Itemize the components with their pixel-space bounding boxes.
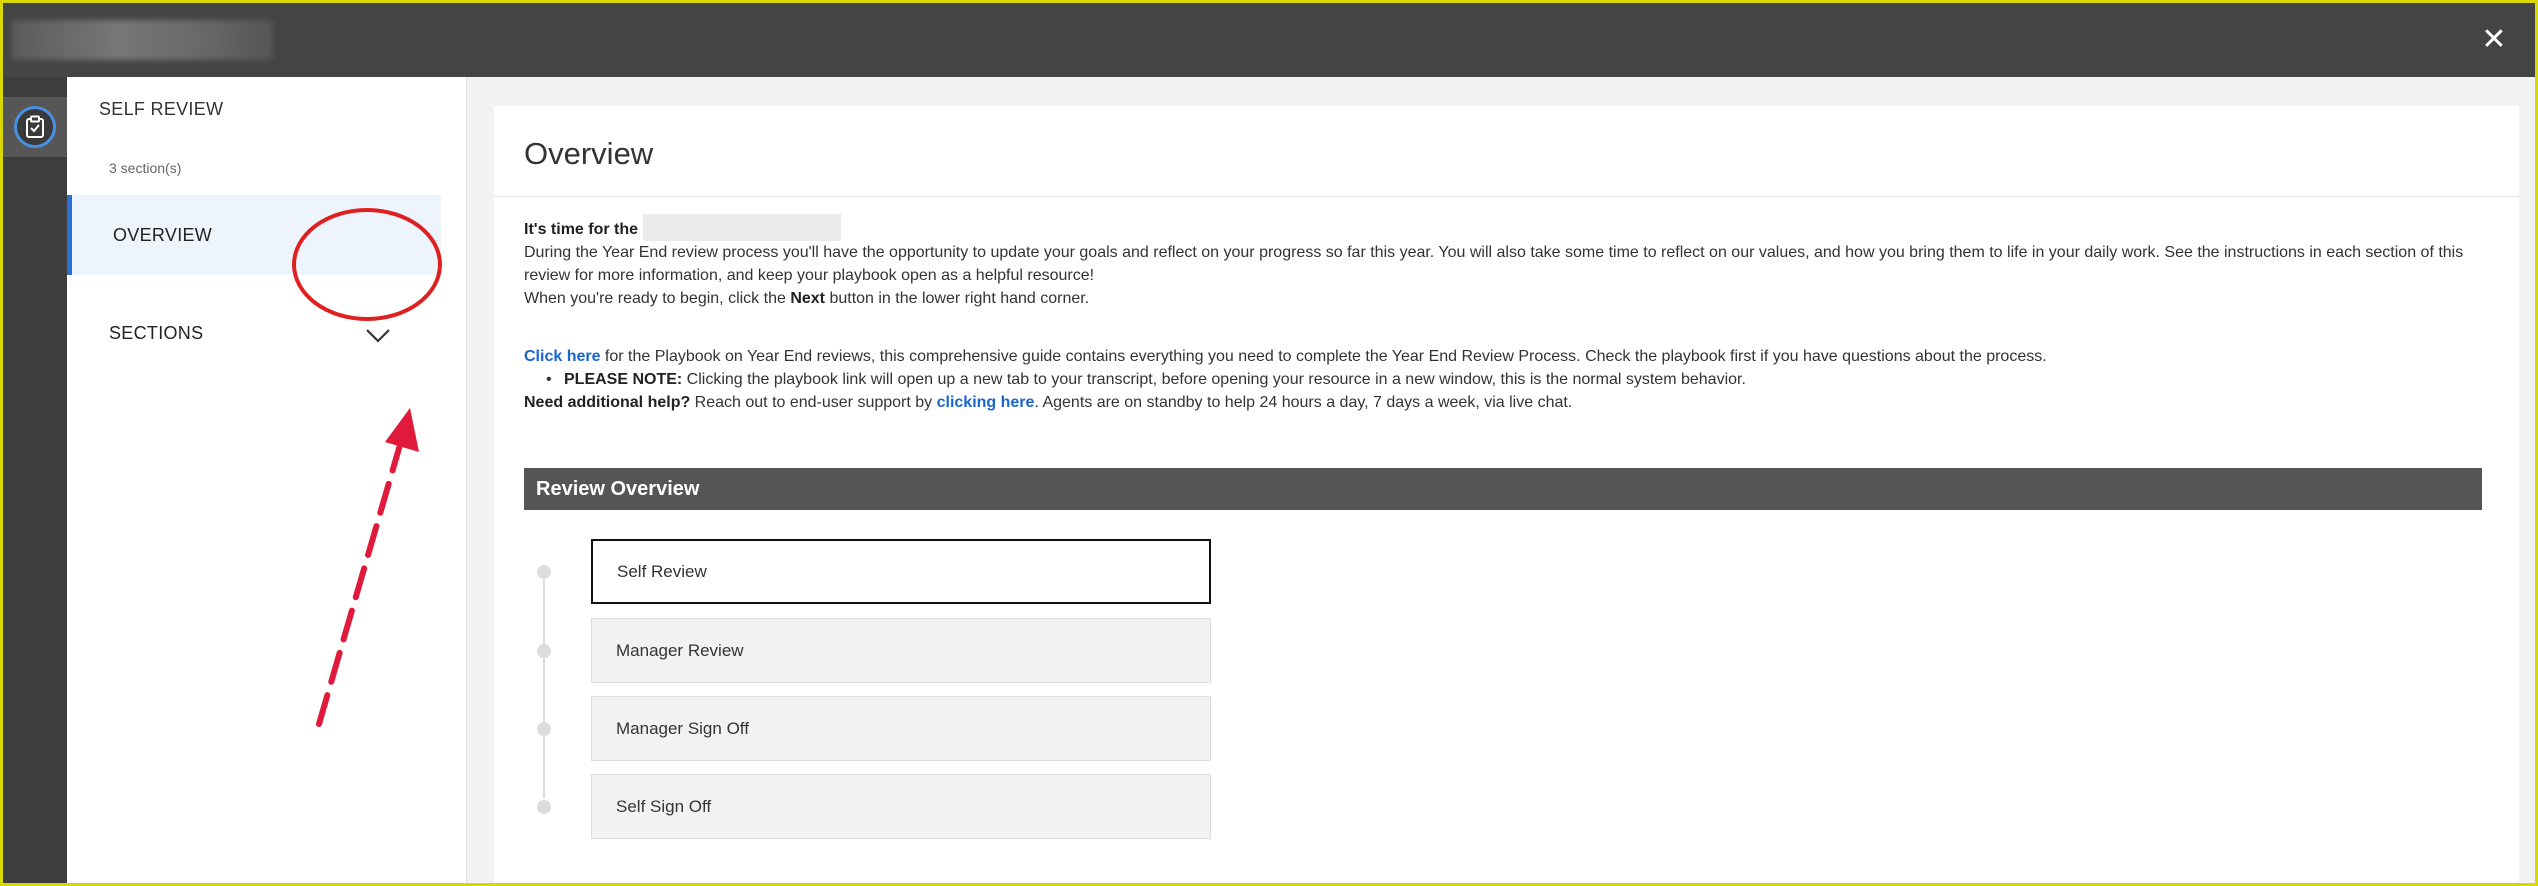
step-dot: [537, 722, 551, 736]
support-link[interactable]: clicking here: [937, 394, 1035, 411]
playbook-text: for the Playbook on Year End reviews, th…: [600, 348, 2047, 365]
main-panel: Overview It's time for the During the Ye…: [494, 106, 2519, 883]
help-suffix: . Agents are on standby to help 24 hours…: [1034, 394, 1573, 411]
sidebar: SELF REVIEW 3 section(s) OVERVIEW SECTIO…: [67, 77, 467, 883]
review-steps: Self Review Manager Review Manager Sign …: [534, 533, 1234, 873]
chevron-down-icon[interactable]: [363, 326, 393, 346]
sidebar-item-label: SECTIONS: [109, 322, 204, 343]
rail-item-self-review[interactable]: [3, 97, 67, 157]
step-manager-review[interactable]: Manager Review: [591, 618, 1211, 683]
playbook-line: Click here for the Playbook on Year End …: [524, 345, 2484, 368]
top-bar: ✕: [3, 3, 2535, 77]
ready-suffix: button in the lower right hand corner.: [825, 290, 1090, 307]
sidebar-item-overview[interactable]: OVERVIEW: [67, 195, 441, 275]
step-self-sign-off[interactable]: Self Sign Off: [591, 774, 1211, 839]
step-manager-sign-off[interactable]: Manager Sign Off: [591, 696, 1211, 761]
note-bullet: PLEASE NOTE: Clicking the playbook link …: [524, 368, 2484, 391]
review-overview-header: Review Overview: [524, 468, 2482, 510]
ready-prefix: When you're ready to begin, click the: [524, 290, 791, 307]
divider: [494, 196, 2519, 197]
click-here-link[interactable]: Click here: [524, 348, 600, 365]
sidebar-title: SELF REVIEW: [99, 99, 224, 119]
intro-line-1: It's time for the: [524, 214, 2484, 241]
note-label: PLEASE NOTE:: [564, 371, 683, 388]
step-dot: [537, 644, 551, 658]
step-dot: [537, 565, 551, 579]
help-label: Need additional help?: [524, 394, 691, 411]
help-prefix: Reach out to end-user support by: [690, 394, 937, 411]
app-window: ✕ SELF REVIEW 3 section(s) OVERVIEW SECT…: [3, 3, 2535, 883]
help-line: Need additional help? Reach out to end-u…: [524, 391, 2484, 414]
close-icon[interactable]: ✕: [2479, 25, 2509, 55]
redacted-review-name: [642, 214, 841, 241]
redacted-title: [11, 20, 273, 60]
note-text: Clicking the playbook link will open up …: [682, 371, 1746, 388]
step-self-review[interactable]: Self Review: [591, 539, 1211, 604]
intro-description: During the Year End review process you'l…: [524, 244, 2464, 284]
sidebar-item-label: OVERVIEW: [113, 224, 213, 245]
next-bold: Next: [790, 290, 825, 307]
intro-ready: When you're ready to begin, click the Ne…: [524, 287, 2484, 310]
time-for-label: It's time for the: [524, 221, 639, 238]
intro-text: It's time for the During the Year End re…: [524, 214, 2484, 414]
section-count: 3 section(s): [109, 160, 182, 176]
step-dot: [537, 800, 551, 814]
clipboard-check-icon: [14, 106, 56, 148]
left-rail: [3, 77, 67, 883]
page-title: Overview: [524, 136, 654, 171]
step-connector: [543, 568, 545, 798]
